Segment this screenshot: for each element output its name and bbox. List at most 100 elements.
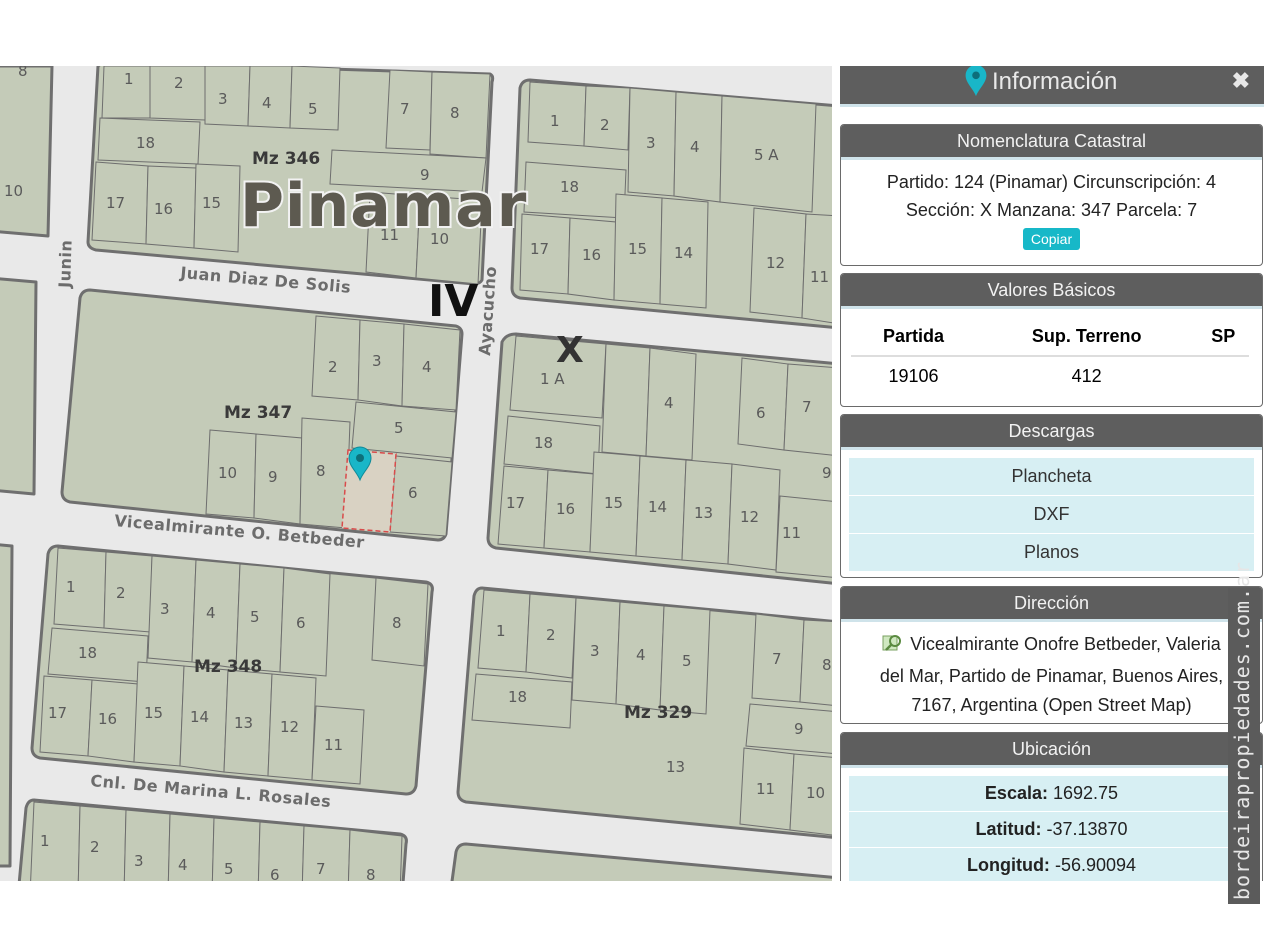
info-panel: Información ✖ Nomenclatura Catastral Par… [832,66,1267,881]
manzana-label: Mz 347 [224,403,292,423]
lot-number: 6 [270,866,280,881]
lot-number: 8 [392,614,402,632]
longitud-row: Longitud: -56.90094 [849,848,1254,881]
download-dxf-link[interactable]: DXF [849,496,1254,534]
descargas-card: Descargas Plancheta DXF Planos [840,414,1263,578]
lot-number: 1 [550,112,560,130]
section-label-x: X [556,330,584,371]
address-line2: del Mar, Partido de Pinamar, Buenos Aire… [879,666,1224,686]
latitud-value: -37.13870 [1046,819,1128,839]
table-row: 19106 412 [851,356,1249,395]
lot-number: 7 [316,860,326,878]
lot-number: 5 [224,860,234,878]
manzana-label: Mz 348 [194,657,262,677]
lot-number: 7 [802,398,812,416]
column-header: Partida [851,317,976,357]
lot-number: 3 [372,352,382,370]
lot-number: 4 [178,856,188,874]
superficie-value: 412 [1071,365,1102,386]
lot-number: 1 [66,578,76,596]
column-header: SP [1197,317,1249,357]
lot-number: 6 [296,614,306,632]
longitud-value: -56.90094 [1054,855,1137,875]
download-planos-link[interactable]: Planos [849,534,1254,572]
lot-number: 2 [174,74,184,92]
latitud-row: Latitud: -37.13870 [849,812,1254,848]
lot-number: 14 [190,708,209,726]
lot-number: 17 [506,494,525,512]
lot-number: 9 [794,720,804,738]
latitud-label: Latitud: [975,819,1042,839]
address-line3: 7167, Argentina (Open Street Map) [911,695,1192,715]
city-label: Pinamar [240,171,527,241]
lot-number: 18 [508,688,527,706]
lot-number: 8 [450,104,460,122]
valores-card: Valores Básicos Partida Sup. Terreno SP … [840,273,1263,407]
lot-number: 16 [154,200,173,218]
lot-number: 17 [106,194,125,212]
sp-value [1197,356,1249,395]
lot-number: 4 [664,394,674,412]
close-icon[interactable]: ✖ [1232,68,1250,94]
lot-number: 16 [98,710,117,728]
lot-number: 8 [366,866,376,881]
lot-number: 6 [408,484,418,502]
lot-number: 15 [604,494,623,512]
lot-number: 15 [144,704,163,722]
direccion-header: Dirección [841,587,1262,622]
panel-title: Información [992,68,1118,95]
lot-number: 7 [400,100,410,118]
lot-number: 1 [40,832,50,850]
lot-number: 2 [546,626,556,644]
block-left-bottom [0,543,14,868]
lot-number: 6 [756,404,766,422]
lot-number: 10 [806,784,825,802]
lot-number: 15 [628,240,647,258]
lot-number: 13 [666,758,685,776]
lot-number: 5 [308,100,318,118]
lot-number: 5 [394,419,404,437]
section-label-iv: IV [428,276,478,327]
descargas-header: Descargas [841,415,1262,450]
lot-number: 11 [324,736,343,754]
direccion-card: Dirección Vicealmirante Onofre Betbeder,… [840,586,1263,724]
lot-number: 3 [218,90,228,108]
column-header: Sup. Terreno [975,317,1198,357]
address-line1: Vicealmirante Onofre Betbeder, Valeria [910,634,1221,654]
lot-number: 1 A [540,370,565,388]
lot-number: 13 [234,714,253,732]
lot-number: 13 [694,504,713,522]
lot-number: 18 [78,644,97,662]
escala-value: 1692.75 [1052,783,1119,803]
lot-number: 12 [740,508,759,526]
lot-number: 4 [690,138,700,156]
lot-number: 16 [582,246,601,264]
lot-number: 11 [810,268,829,286]
block-north-east: 1 2 3 4 5 A 18 17 16 15 14 12 11 [510,78,832,329]
download-plancheta-link[interactable]: Plancheta [849,458,1254,496]
lot-number: 3 [160,600,170,618]
lot-number: 4 [636,646,646,664]
lot-number: 11 [756,780,775,798]
lot-number: 8 [18,66,28,80]
panel-title-bar: Información ✖ [840,66,1264,107]
longitud-label: Longitud: [966,855,1050,875]
lot-number: 5 [250,608,260,626]
lot-number: 2 [116,584,126,602]
lot-number: 1 [496,622,506,640]
ubicacion-card: Ubicación Escala: 1692.75 Latitud: -37.1… [840,732,1263,881]
map-pin-icon [964,66,988,105]
nomenclatura-line1: Partido: 124 (Pinamar) Circunscripción: … [886,172,1217,192]
lot-number: 2 [600,116,610,134]
lot-number: 4 [422,358,432,376]
lot-number: 18 [136,134,155,152]
block-mz-348: 1 2 3 4 5 6 8 18 17 16 15 14 13 12 11 Mz… [30,544,434,796]
partida-value: 19106 [888,365,939,386]
copy-button[interactable]: Copiar [1022,228,1081,250]
lot-number: 4 [262,94,272,112]
escala-label: Escala: [984,783,1048,803]
lot-number: 4 [206,604,216,622]
lot-number: 15 [202,194,221,212]
cadastral-map[interactable]: 8 10 1 2 3 4 5 7 8 18 9 17 16 15 11 10 M… [0,66,832,881]
valores-header: Valores Básicos [841,274,1262,309]
